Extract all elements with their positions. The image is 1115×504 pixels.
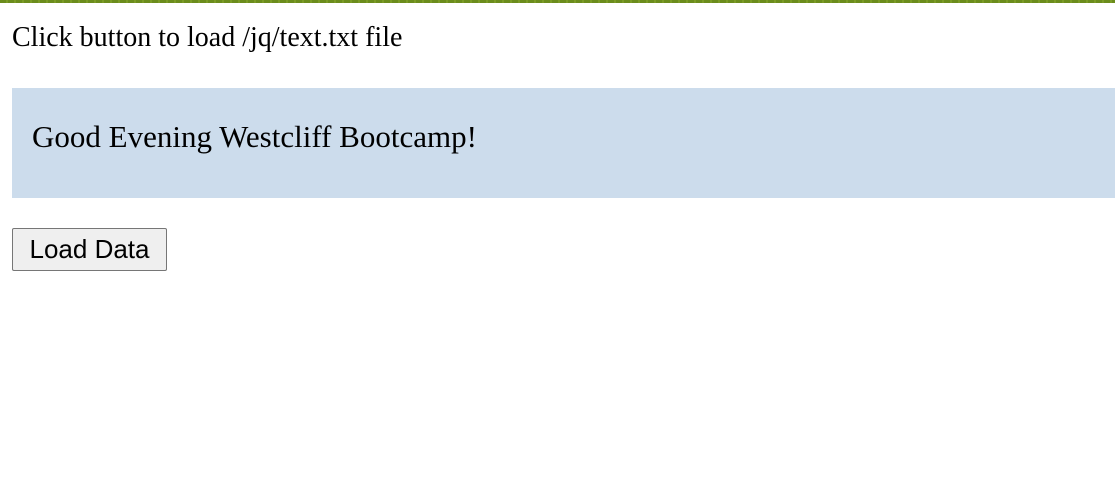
loaded-content-panel: Good Evening Westcliff Bootcamp! <box>12 88 1115 198</box>
instruction-text: Click button to load /jq/text.txt file <box>12 22 403 53</box>
top-border-line <box>0 0 1115 3</box>
load-data-button[interactable]: Load Data <box>12 228 167 271</box>
loaded-content-text: Good Evening Westcliff Bootcamp! <box>32 119 477 154</box>
